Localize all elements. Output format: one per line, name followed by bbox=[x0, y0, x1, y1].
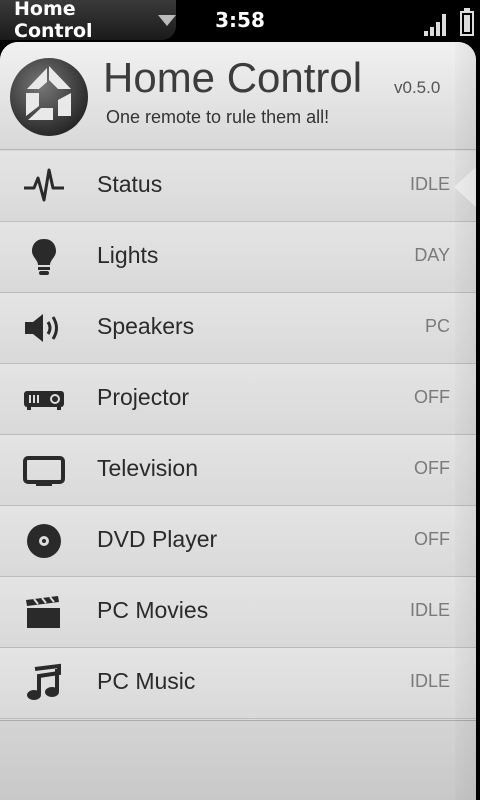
disc-icon bbox=[27, 524, 61, 558]
status-bar: Home Control 3:58 bbox=[0, 0, 480, 42]
device-list: Status IDLE Lights DAY Speakers PC Proje… bbox=[0, 151, 476, 719]
pulse-icon bbox=[24, 168, 64, 202]
speaker-icon bbox=[25, 314, 58, 342]
list-item-label: Television bbox=[97, 455, 198, 481]
app-subtitle: One remote to rule them all! bbox=[106, 107, 330, 127]
music-note-icon bbox=[27, 663, 61, 700]
app-version: v0.5.0 bbox=[394, 78, 441, 97]
list-item-speakers[interactable]: Speakers PC bbox=[0, 293, 476, 364]
list-item-status[interactable]: Status IDLE bbox=[0, 151, 476, 222]
chevron-down-icon bbox=[158, 14, 176, 26]
list-item-television[interactable]: Television OFF bbox=[0, 435, 476, 506]
list-item-dvd-player[interactable]: DVD Player OFF bbox=[0, 506, 476, 577]
list-item-label: Speakers bbox=[97, 313, 195, 339]
projector-icon bbox=[24, 391, 64, 410]
list-item-label: Lights bbox=[97, 242, 159, 268]
list-item-state: OFF bbox=[414, 529, 450, 549]
list-item-state: IDLE bbox=[409, 174, 450, 194]
list-item-state: OFF bbox=[414, 387, 450, 407]
list-item-state: DAY bbox=[414, 245, 450, 265]
app-logo-icon bbox=[10, 58, 88, 136]
lightbulb-icon bbox=[32, 239, 56, 275]
list-item-state: OFF bbox=[414, 458, 450, 478]
app-header: Home Control v0.5.0 One remote to rule t… bbox=[0, 42, 476, 150]
app-card: Home Control v0.5.0 One remote to rule t… bbox=[0, 42, 476, 800]
list-item-label: PC Music bbox=[97, 668, 196, 694]
selection-indicator bbox=[454, 165, 476, 209]
list-item-lights[interactable]: Lights DAY bbox=[0, 222, 476, 293]
list-item-pc-movies[interactable]: PC Movies IDLE bbox=[0, 577, 476, 648]
list-item-label: Projector bbox=[97, 384, 190, 410]
list-item-label: DVD Player bbox=[97, 526, 218, 552]
footer-panel bbox=[0, 720, 476, 800]
television-icon bbox=[23, 456, 65, 486]
app-menu-label: Home Control bbox=[14, 0, 93, 42]
app-menu-button[interactable]: Home Control bbox=[0, 0, 176, 42]
list-item-pc-music[interactable]: PC Music IDLE bbox=[0, 648, 476, 719]
list-item-label: PC Movies bbox=[97, 597, 209, 623]
list-item-state: PC bbox=[424, 316, 450, 336]
clapperboard-icon bbox=[26, 596, 60, 628]
battery-icon bbox=[460, 8, 474, 36]
list-item-state: IDLE bbox=[409, 600, 450, 620]
signal-icon bbox=[424, 14, 452, 36]
app-title: Home Control bbox=[103, 54, 363, 101]
list-item-projector[interactable]: Projector OFF bbox=[0, 364, 476, 435]
list-item-label: Status bbox=[97, 171, 163, 197]
list-item-state: IDLE bbox=[409, 671, 450, 691]
